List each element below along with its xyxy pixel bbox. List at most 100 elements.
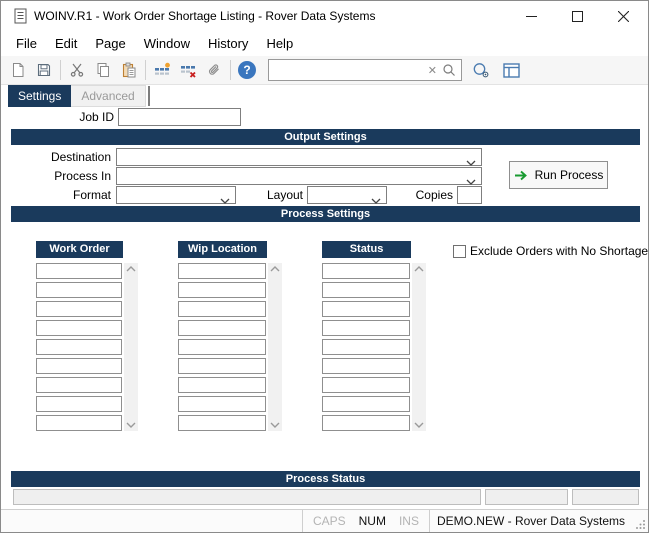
wip-location-cell-5[interactable] [178, 339, 266, 355]
chevron-down-icon [371, 193, 381, 207]
toolbar-separator [230, 60, 231, 80]
toolbar-separator [145, 60, 146, 80]
copies-input[interactable] [457, 186, 482, 204]
insert-row-icon[interactable] [149, 58, 175, 82]
menu-edit[interactable]: Edit [46, 32, 86, 55]
wip-location-scrollbar[interactable] [268, 263, 282, 431]
process-in-dropdown[interactable] [116, 167, 482, 185]
search-clear-icon[interactable]: ✕ [424, 64, 441, 77]
process-status-field-2 [485, 489, 568, 505]
work-order-cell-9[interactable] [36, 415, 122, 431]
menu-file[interactable]: File [7, 32, 46, 55]
wip-location-cell-2[interactable] [178, 282, 266, 298]
work-order-cell-8[interactable] [36, 396, 122, 412]
toolbar: ? ✕ [1, 56, 648, 85]
new-document-icon[interactable] [5, 58, 31, 82]
process-status-header: Process Status [11, 471, 640, 487]
app-document-icon [14, 8, 27, 27]
work-order-column: Work Order [36, 241, 123, 258]
exclude-orders-checkbox-group[interactable]: Exclude Orders with No Shortages [453, 244, 649, 258]
delete-row-icon[interactable] [175, 58, 201, 82]
work-order-cell-3[interactable] [36, 301, 122, 317]
status-cell-1[interactable] [322, 263, 410, 279]
output-settings-header: Output Settings [11, 129, 640, 145]
status-cell-9[interactable] [322, 415, 410, 431]
resize-grip[interactable] [632, 510, 648, 532]
help-icon[interactable]: ? [234, 58, 260, 82]
scroll-up-icon[interactable] [270, 266, 280, 272]
scroll-down-icon[interactable] [270, 422, 280, 428]
tab-settings[interactable]: Settings [8, 85, 71, 107]
run-process-label: Run Process [535, 168, 604, 182]
exclude-orders-checkbox[interactable] [453, 245, 466, 258]
status-scrollbar[interactable] [412, 263, 426, 431]
save-icon[interactable] [31, 58, 57, 82]
menu-bar: File Edit Page Window History Help [1, 31, 648, 56]
format-label: Format [1, 187, 111, 204]
status-column-header: Status [322, 241, 411, 258]
destination-dropdown[interactable] [116, 148, 482, 166]
cut-icon[interactable] [64, 58, 90, 82]
work-order-cell-2[interactable] [36, 282, 122, 298]
search-icon[interactable] [441, 63, 461, 77]
menu-window[interactable]: Window [135, 32, 199, 55]
maximize-button[interactable] [554, 1, 600, 31]
status-cell-3[interactable] [322, 301, 410, 317]
work-order-list [36, 263, 122, 434]
wip-location-cell-4[interactable] [178, 320, 266, 336]
wip-location-list [178, 263, 266, 434]
status-cell-2[interactable] [322, 282, 410, 298]
find-preview-icon[interactable] [468, 58, 494, 82]
copy-icon[interactable] [90, 58, 116, 82]
exclude-orders-checkbox-label: Exclude Orders with No Shortages [470, 244, 649, 258]
work-order-cell-4[interactable] [36, 320, 122, 336]
window-layout-icon[interactable] [498, 58, 524, 82]
scroll-up-icon[interactable] [126, 266, 136, 272]
job-id-label: Job ID [1, 109, 114, 126]
status-cell-8[interactable] [322, 396, 410, 412]
tab-strip: Settings Advanced [8, 85, 150, 107]
wip-location-cell-7[interactable] [178, 377, 266, 393]
run-arrow-icon [514, 170, 528, 181]
work-order-column-header: Work Order [36, 241, 123, 258]
copies-label: Copies [386, 187, 453, 204]
attachments-icon[interactable] [201, 58, 227, 82]
minimize-button[interactable] [508, 1, 554, 31]
status-cell-7[interactable] [322, 377, 410, 393]
toolbar-search: ✕ [268, 59, 462, 81]
work-order-cell-1[interactable] [36, 263, 122, 279]
wip-location-column: Wip Location [178, 241, 267, 258]
run-process-button[interactable]: Run Process [509, 161, 608, 189]
work-order-cell-6[interactable] [36, 358, 122, 374]
wip-location-cell-6[interactable] [178, 358, 266, 374]
session-label: DEMO.NEW - Rover Data Systems [430, 514, 632, 528]
paste-icon[interactable] [116, 58, 142, 82]
wip-location-cell-8[interactable] [178, 396, 266, 412]
scroll-down-icon[interactable] [414, 422, 424, 428]
work-order-scrollbar[interactable] [124, 263, 138, 431]
menu-page[interactable]: Page [86, 32, 134, 55]
close-button[interactable] [600, 1, 646, 31]
menu-history[interactable]: History [199, 32, 257, 55]
job-id-input[interactable] [118, 108, 241, 126]
layout-label: Layout [236, 187, 303, 204]
menu-help[interactable]: Help [257, 32, 302, 55]
process-status-field-main [13, 489, 481, 505]
status-cell-5[interactable] [322, 339, 410, 355]
scroll-up-icon[interactable] [414, 266, 424, 272]
status-cell-4[interactable] [322, 320, 410, 336]
search-input[interactable] [269, 60, 424, 80]
wip-location-cell-3[interactable] [178, 301, 266, 317]
num-indicator: NUM [359, 514, 386, 528]
status-bar: CAPS NUM INS DEMO.NEW - Rover Data Syste… [1, 509, 648, 532]
format-dropdown[interactable] [116, 186, 236, 204]
layout-dropdown[interactable] [307, 186, 387, 204]
scroll-down-icon[interactable] [126, 422, 136, 428]
status-cell-6[interactable] [322, 358, 410, 374]
tab-advanced[interactable]: Advanced [71, 85, 145, 107]
work-order-cell-5[interactable] [36, 339, 122, 355]
status-bar-message-area [1, 510, 303, 532]
work-order-cell-7[interactable] [36, 377, 122, 393]
wip-location-cell-9[interactable] [178, 415, 266, 431]
wip-location-cell-1[interactable] [178, 263, 266, 279]
